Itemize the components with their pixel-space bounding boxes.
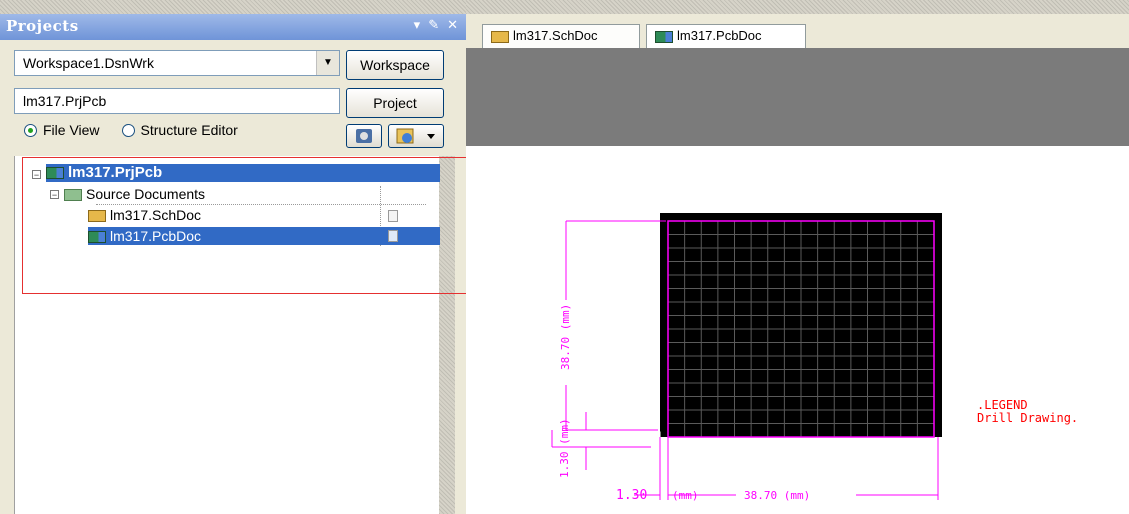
project-field-value: lm317.PrjPcb xyxy=(23,93,107,109)
file-view-radio[interactable] xyxy=(24,123,37,137)
legend-title: .LEGEND xyxy=(977,398,1028,412)
document-area: lm317.SchDoc lm317.PcbDoc 38.70 (mm) 1.3… xyxy=(466,0,1129,514)
panel-top-strip xyxy=(0,0,466,14)
pin-icon[interactable]: ✎ xyxy=(428,17,439,33)
panel-title: Projects xyxy=(6,17,79,35)
legend-subtitle: Drill Drawing. xyxy=(977,411,1078,425)
project-field[interactable]: lm317.PrjPcb xyxy=(14,88,340,114)
project-options-icon xyxy=(356,129,372,143)
vertical-dimension xyxy=(565,220,666,431)
add-document-button[interactable] xyxy=(388,124,444,148)
dim-offset-horizontal-unit: (mm) xyxy=(672,489,699,502)
workspace-select[interactable]: Workspace1.DsnWrk ▼ xyxy=(14,50,340,76)
project-options-button[interactable] xyxy=(346,124,382,148)
drill-drawing-canvas[interactable]: 38.70 (mm) 1.30 (mm) 1.30 (mm) 38.70 (mm… xyxy=(466,0,1129,514)
structure-editor-radio[interactable] xyxy=(121,123,135,137)
structure-editor-label[interactable]: Structure Editor xyxy=(141,122,238,138)
close-icon[interactable]: ✕ xyxy=(447,17,458,33)
dim-offset-horizontal-value: 1.30 xyxy=(616,488,647,503)
panel-controls: ▾ ✎ ✕ xyxy=(414,17,458,33)
workspace-button[interactable]: Workspace xyxy=(346,50,444,80)
panel-menu-icon[interactable]: ▾ xyxy=(414,17,421,33)
dropdown-arrow-icon[interactable]: ▼ xyxy=(316,51,339,75)
dim-offset-vertical-text: 1.30 (mm) xyxy=(558,418,571,478)
file-view-label[interactable]: File View xyxy=(43,122,100,138)
panel-title-bar: Projects ▾ ✎ ✕ xyxy=(0,14,466,40)
workspace-select-value: Workspace1.DsnWrk xyxy=(23,55,154,71)
dim-vertical-text: 38.70 (mm) xyxy=(559,304,572,370)
highlight-box xyxy=(22,157,486,294)
document-menu-icon xyxy=(396,128,435,144)
projects-panel: Projects ▾ ✎ ✕ Workspace1.DsnWrk ▼ Works… xyxy=(0,0,486,514)
dim-horizontal-text: 38.70 (mm) xyxy=(744,489,810,502)
project-button[interactable]: Project xyxy=(346,88,444,118)
origin-marker xyxy=(651,431,661,443)
view-options: File View Structure Editor xyxy=(24,122,238,138)
